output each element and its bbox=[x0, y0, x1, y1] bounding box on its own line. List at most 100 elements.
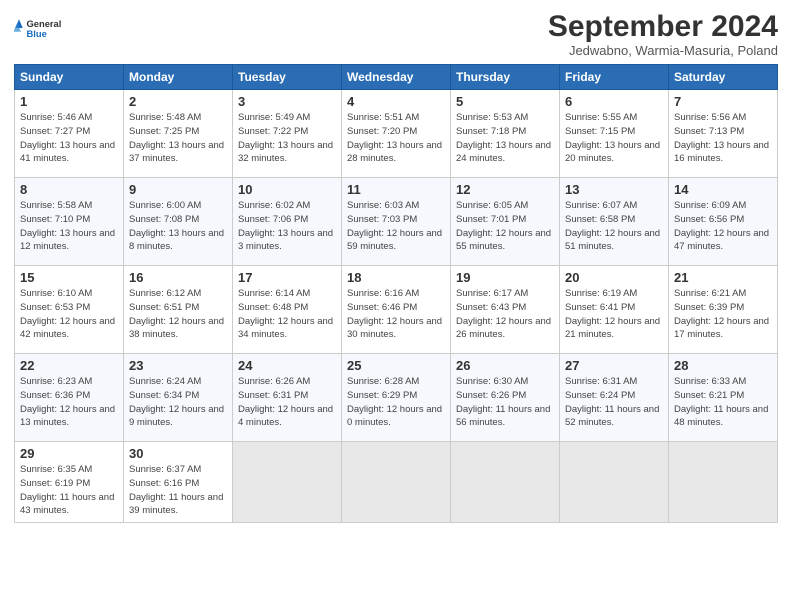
day-info: Sunrise: 6:21 AMSunset: 6:39 PMDaylight:… bbox=[674, 287, 772, 342]
day-info: Sunrise: 5:56 AMSunset: 7:13 PMDaylight:… bbox=[674, 111, 772, 166]
day-info: Sunrise: 5:48 AMSunset: 7:25 PMDaylight:… bbox=[129, 111, 227, 166]
day-info: Sunrise: 6:19 AMSunset: 6:41 PMDaylight:… bbox=[565, 287, 663, 342]
day-number: 28 bbox=[674, 358, 772, 373]
calendar-table: SundayMondayTuesdayWednesdayThursdayFrid… bbox=[14, 64, 778, 523]
week-row-2: 8 Sunrise: 5:58 AMSunset: 7:10 PMDaylight… bbox=[15, 178, 778, 266]
calendar-cell: 3 Sunrise: 5:49 AMSunset: 7:22 PMDaylight… bbox=[233, 90, 342, 178]
day-info: Sunrise: 6:16 AMSunset: 6:46 PMDaylight:… bbox=[347, 287, 445, 342]
calendar-cell: 6 Sunrise: 5:55 AMSunset: 7:15 PMDaylight… bbox=[560, 90, 669, 178]
day-info: Sunrise: 6:30 AMSunset: 6:26 PMDaylight:… bbox=[456, 375, 554, 430]
day-info: Sunrise: 6:03 AMSunset: 7:03 PMDaylight:… bbox=[347, 199, 445, 254]
day-info: Sunrise: 6:07 AMSunset: 6:58 PMDaylight:… bbox=[565, 199, 663, 254]
day-number: 18 bbox=[347, 270, 445, 285]
calendar-cell: 11 Sunrise: 6:03 AMSunset: 7:03 PMDayligh… bbox=[342, 178, 451, 266]
day-number: 10 bbox=[238, 182, 336, 197]
header: General Blue September 2024 Jedwabno, Wa… bbox=[14, 10, 778, 58]
day-number: 7 bbox=[674, 94, 772, 109]
weekday-header-wednesday: Wednesday bbox=[342, 65, 451, 90]
week-row-4: 22 Sunrise: 6:23 AMSunset: 6:36 PMDayligh… bbox=[15, 354, 778, 442]
calendar-cell bbox=[233, 442, 342, 523]
day-number: 8 bbox=[20, 182, 118, 197]
day-info: Sunrise: 6:23 AMSunset: 6:36 PMDaylight:… bbox=[20, 375, 118, 430]
day-number: 20 bbox=[565, 270, 663, 285]
month-title: September 2024 bbox=[548, 10, 778, 43]
weekday-header-friday: Friday bbox=[560, 65, 669, 90]
day-number: 19 bbox=[456, 270, 554, 285]
logo: General Blue bbox=[14, 10, 64, 46]
day-info: Sunrise: 6:14 AMSunset: 6:48 PMDaylight:… bbox=[238, 287, 336, 342]
svg-text:General: General bbox=[27, 19, 62, 29]
day-info: Sunrise: 5:53 AMSunset: 7:18 PMDaylight:… bbox=[456, 111, 554, 166]
day-info: Sunrise: 6:00 AMSunset: 7:08 PMDaylight:… bbox=[129, 199, 227, 254]
location: Jedwabno, Warmia-Masuria, Poland bbox=[548, 43, 778, 58]
calendar-cell: 26 Sunrise: 6:30 AMSunset: 6:26 PMDayligh… bbox=[451, 354, 560, 442]
day-number: 22 bbox=[20, 358, 118, 373]
calendar-cell bbox=[560, 442, 669, 523]
day-number: 6 bbox=[565, 94, 663, 109]
day-info: Sunrise: 6:35 AMSunset: 6:19 PMDaylight:… bbox=[20, 463, 118, 518]
day-number: 12 bbox=[456, 182, 554, 197]
day-number: 25 bbox=[347, 358, 445, 373]
calendar-cell bbox=[669, 442, 778, 523]
day-info: Sunrise: 6:10 AMSunset: 6:53 PMDaylight:… bbox=[20, 287, 118, 342]
calendar-cell: 24 Sunrise: 6:26 AMSunset: 6:31 PMDayligh… bbox=[233, 354, 342, 442]
calendar-cell: 22 Sunrise: 6:23 AMSunset: 6:36 PMDayligh… bbox=[15, 354, 124, 442]
calendar-cell: 12 Sunrise: 6:05 AMSunset: 7:01 PMDayligh… bbox=[451, 178, 560, 266]
day-number: 23 bbox=[129, 358, 227, 373]
calendar-cell: 29 Sunrise: 6:35 AMSunset: 6:19 PMDayligh… bbox=[15, 442, 124, 523]
day-info: Sunrise: 6:33 AMSunset: 6:21 PMDaylight:… bbox=[674, 375, 772, 430]
day-number: 17 bbox=[238, 270, 336, 285]
day-number: 1 bbox=[20, 94, 118, 109]
page: General Blue September 2024 Jedwabno, Wa… bbox=[0, 0, 792, 612]
day-number: 3 bbox=[238, 94, 336, 109]
day-info: Sunrise: 5:49 AMSunset: 7:22 PMDaylight:… bbox=[238, 111, 336, 166]
day-number: 29 bbox=[20, 446, 118, 461]
day-info: Sunrise: 6:26 AMSunset: 6:31 PMDaylight:… bbox=[238, 375, 336, 430]
calendar-cell: 2 Sunrise: 5:48 AMSunset: 7:25 PMDaylight… bbox=[124, 90, 233, 178]
day-number: 26 bbox=[456, 358, 554, 373]
day-info: Sunrise: 5:46 AMSunset: 7:27 PMDaylight:… bbox=[20, 111, 118, 166]
day-number: 24 bbox=[238, 358, 336, 373]
calendar-cell bbox=[342, 442, 451, 523]
day-number: 13 bbox=[565, 182, 663, 197]
calendar-cell: 25Sunrise: 6:28 AMSunset: 6:29 PMDayligh… bbox=[342, 354, 451, 442]
day-info: Sunrise: 6:17 AMSunset: 6:43 PMDaylight:… bbox=[456, 287, 554, 342]
week-row-3: 15Sunrise: 6:10 AMSunset: 6:53 PMDayligh… bbox=[15, 266, 778, 354]
day-number: 21 bbox=[674, 270, 772, 285]
day-info: Sunrise: 5:55 AMSunset: 7:15 PMDaylight:… bbox=[565, 111, 663, 166]
day-info: Sunrise: 6:05 AMSunset: 7:01 PMDaylight:… bbox=[456, 199, 554, 254]
svg-text:Blue: Blue bbox=[27, 29, 47, 39]
calendar-cell: 14Sunrise: 6:09 AMSunset: 6:56 PMDayligh… bbox=[669, 178, 778, 266]
calendar-cell: 5 Sunrise: 5:53 AMSunset: 7:18 PMDaylight… bbox=[451, 90, 560, 178]
calendar-cell: 10 Sunrise: 6:02 AMSunset: 7:06 PMDayligh… bbox=[233, 178, 342, 266]
weekday-header-saturday: Saturday bbox=[669, 65, 778, 90]
calendar-cell: 7 Sunrise: 5:56 AMSunset: 7:13 PMDaylight… bbox=[669, 90, 778, 178]
calendar-cell: 21 Sunrise: 6:21 AMSunset: 6:39 PMDayligh… bbox=[669, 266, 778, 354]
calendar-cell: 30Sunrise: 6:37 AMSunset: 6:16 PMDayligh… bbox=[124, 442, 233, 523]
calendar-cell: 15Sunrise: 6:10 AMSunset: 6:53 PMDayligh… bbox=[15, 266, 124, 354]
week-row-1: 1 Sunrise: 5:46 AMSunset: 7:27 PMDaylight… bbox=[15, 90, 778, 178]
title-block: September 2024 Jedwabno, Warmia-Masuria,… bbox=[548, 10, 778, 58]
day-number: 2 bbox=[129, 94, 227, 109]
day-info: Sunrise: 5:51 AMSunset: 7:20 PMDaylight:… bbox=[347, 111, 445, 166]
day-info: Sunrise: 5:58 AMSunset: 7:10 PMDaylight:… bbox=[20, 199, 118, 254]
calendar-cell: 1 Sunrise: 5:46 AMSunset: 7:27 PMDaylight… bbox=[15, 90, 124, 178]
week-row-5: 29 Sunrise: 6:35 AMSunset: 6:19 PMDayligh… bbox=[15, 442, 778, 523]
calendar-cell: 4 Sunrise: 5:51 AMSunset: 7:20 PMDaylight… bbox=[342, 90, 451, 178]
calendar-cell: 16Sunrise: 6:12 AMSunset: 6:51 PMDayligh… bbox=[124, 266, 233, 354]
weekday-header-thursday: Thursday bbox=[451, 65, 560, 90]
day-number: 9 bbox=[129, 182, 227, 197]
calendar-cell: 9 Sunrise: 6:00 AMSunset: 7:08 PMDaylight… bbox=[124, 178, 233, 266]
calendar-cell: 23Sunrise: 6:24 AMSunset: 6:34 PMDayligh… bbox=[124, 354, 233, 442]
calendar-cell: 17 Sunrise: 6:14 AMSunset: 6:48 PMDayligh… bbox=[233, 266, 342, 354]
day-number: 5 bbox=[456, 94, 554, 109]
day-number: 14 bbox=[674, 182, 772, 197]
calendar-cell: 27 Sunrise: 6:31 AMSunset: 6:24 PMDayligh… bbox=[560, 354, 669, 442]
day-info: Sunrise: 6:37 AMSunset: 6:16 PMDaylight:… bbox=[129, 463, 227, 518]
day-number: 27 bbox=[565, 358, 663, 373]
day-number: 4 bbox=[347, 94, 445, 109]
weekday-header-sunday: Sunday bbox=[15, 65, 124, 90]
day-number: 11 bbox=[347, 182, 445, 197]
day-info: Sunrise: 6:02 AMSunset: 7:06 PMDaylight:… bbox=[238, 199, 336, 254]
day-info: Sunrise: 6:31 AMSunset: 6:24 PMDaylight:… bbox=[565, 375, 663, 430]
